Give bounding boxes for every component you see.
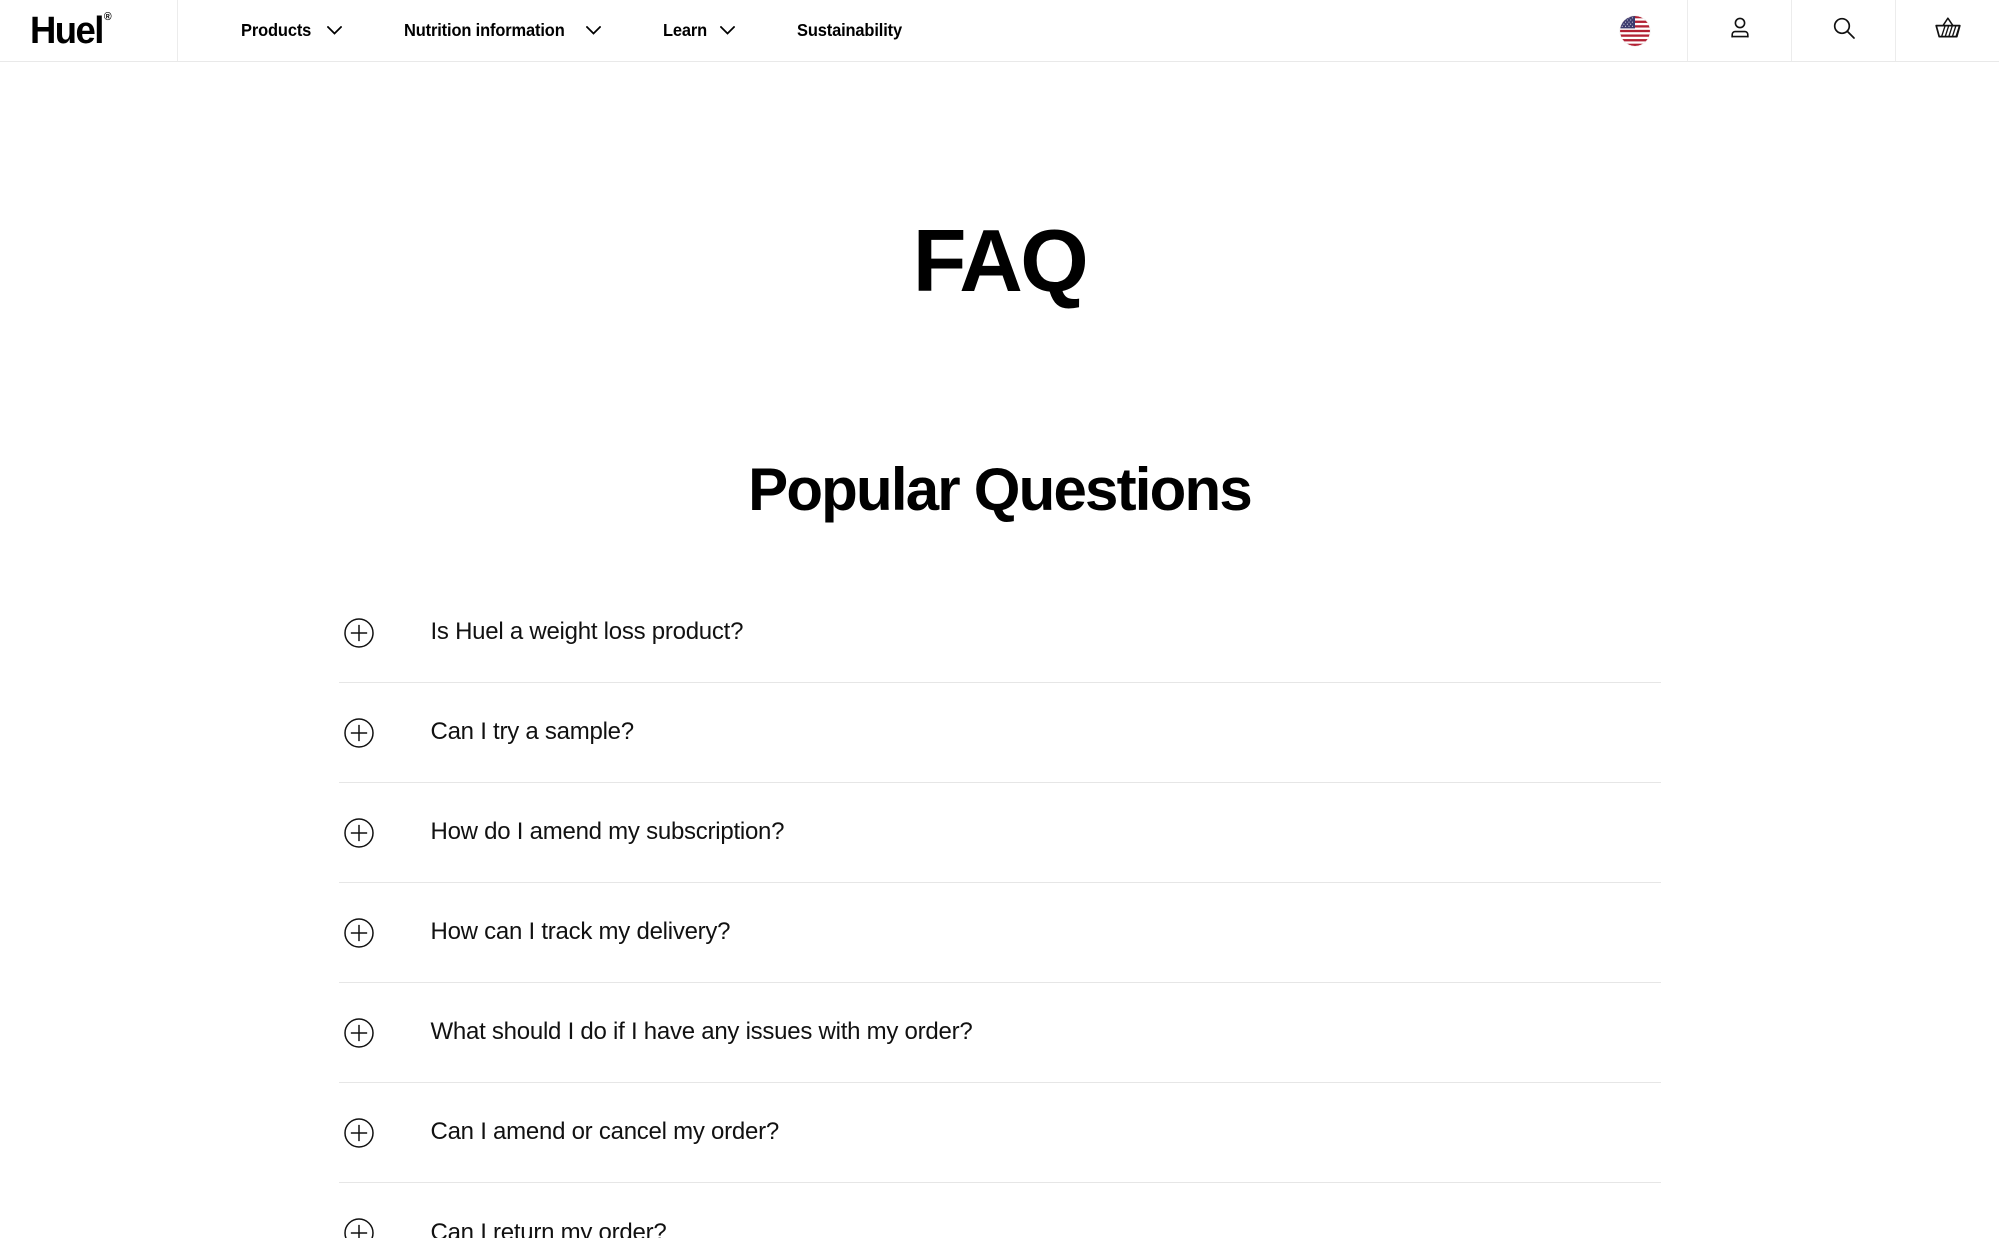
nav-item-products[interactable]: Products bbox=[241, 0, 342, 61]
plus-circle-icon bbox=[343, 717, 374, 748]
chevron-down-icon bbox=[326, 26, 342, 35]
nav-item-sustainability[interactable]: Sustainability bbox=[797, 0, 909, 61]
registered-trademark-icon: ® bbox=[103, 10, 112, 23]
faq-item[interactable]: Can I try a sample? bbox=[338, 683, 1661, 783]
nav-label: Sustainability bbox=[797, 20, 903, 40]
faq-item[interactable]: Is Huel a weight loss product? bbox=[338, 583, 1661, 683]
chevron-down-icon bbox=[585, 26, 601, 35]
us-flag-icon bbox=[1620, 15, 1650, 46]
faq-toggle[interactable] bbox=[339, 917, 431, 948]
huel-logo[interactable]: Huel® bbox=[30, 9, 112, 52]
faq-question-text: Can I amend or cancel my order? bbox=[430, 1118, 780, 1146]
faq-toggle[interactable] bbox=[339, 617, 431, 648]
faq-toggle[interactable] bbox=[339, 1117, 431, 1148]
plus-circle-icon bbox=[343, 917, 374, 948]
faq-question-text: Can I return my order? bbox=[430, 1218, 667, 1238]
plus-circle-icon bbox=[343, 1117, 374, 1148]
faq-question-text: Can I try a sample? bbox=[430, 718, 635, 746]
faq-item[interactable]: How do I amend my subscription? bbox=[338, 783, 1661, 883]
faq-item[interactable]: What should I do if I have any issues wi… bbox=[338, 983, 1661, 1083]
nav-label: Nutrition information bbox=[403, 20, 565, 40]
faq-toggle[interactable] bbox=[339, 817, 431, 848]
basket-icon bbox=[1933, 14, 1963, 47]
chevron-down-icon bbox=[720, 26, 736, 35]
plus-circle-icon bbox=[343, 1218, 374, 1238]
nav-label: Products bbox=[241, 20, 312, 40]
logo-text: Huel bbox=[30, 9, 104, 52]
nav-item-nutrition-information[interactable]: Nutrition information bbox=[404, 0, 601, 61]
account-button[interactable] bbox=[1687, 0, 1791, 61]
faq-accordion-list: Is Huel a weight loss product? Can I try… bbox=[338, 583, 1661, 1238]
faq-toggle[interactable] bbox=[339, 717, 431, 748]
person-icon bbox=[1726, 14, 1754, 47]
plus-circle-icon bbox=[343, 817, 374, 848]
locale-selector[interactable] bbox=[1583, 0, 1687, 61]
search-icon bbox=[1830, 14, 1858, 47]
faq-question-text: How can I track my delivery? bbox=[430, 918, 731, 946]
plus-circle-icon bbox=[343, 1017, 374, 1048]
section-title-popular-questions: Popular Questions bbox=[748, 456, 1253, 523]
faq-item[interactable]: Can I amend or cancel my order? bbox=[338, 1083, 1661, 1183]
site-header: Huel® Products Nutrition information Lea… bbox=[0, 0, 1999, 62]
logo-zone: Huel® bbox=[0, 0, 178, 61]
page-title: FAQ bbox=[912, 211, 1089, 310]
faq-item[interactable]: Can I return my order? bbox=[338, 1183, 1661, 1238]
plus-circle-icon bbox=[343, 617, 374, 648]
nav-item-learn[interactable]: Learn bbox=[663, 0, 736, 61]
faq-question-text: How do I amend my subscription? bbox=[430, 818, 785, 846]
primary-nav: Products Nutrition information Learn Sus… bbox=[178, 0, 1583, 61]
main-content: FAQ Popular Questions Is Huel a weight l… bbox=[0, 217, 1999, 1238]
faq-item[interactable]: How can I track my delivery? bbox=[338, 883, 1661, 983]
search-button[interactable] bbox=[1791, 0, 1895, 61]
header-actions bbox=[1583, 0, 1999, 61]
faq-question-text: What should I do if I have any issues wi… bbox=[430, 1018, 973, 1046]
faq-toggle[interactable] bbox=[339, 1017, 431, 1048]
nav-label: Learn bbox=[662, 20, 707, 40]
faq-question-text: Is Huel a weight loss product? bbox=[430, 618, 744, 646]
faq-toggle[interactable] bbox=[339, 1218, 431, 1238]
basket-button[interactable] bbox=[1895, 0, 1999, 61]
